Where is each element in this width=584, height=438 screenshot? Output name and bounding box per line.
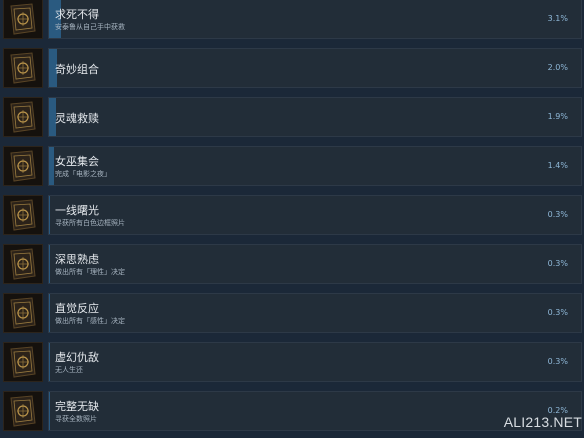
achievement-row[interactable]: 一线曙光寻获所有白色边框照片 0.3% [0,192,584,242]
achievement-title: 直觉反应 [55,302,99,315]
progress-fill [49,392,50,430]
achievement-row[interactable]: 灵魂救赎 1.9% [0,94,584,144]
achievement-title: 虚幻仇敌 [55,351,99,364]
achievement-description: 完成「电影之夜」 [55,170,111,178]
achievement-progress-bar: 一线曙光寻获所有白色边框照片 0.3% [48,195,582,235]
progress-fill [49,294,50,332]
achievement-description: 安泰鲁从自己手中获救 [55,23,125,31]
achievement-description: 寻获全数照片 [55,415,97,423]
achievement-percent: 1.4% [547,161,568,170]
book-ornament-icon [3,391,43,431]
achievement-percent: 0.3% [547,308,568,317]
achievement-percent: 1.9% [547,112,568,121]
achievement-progress-bar: 完整无缺 寻获全数照片 0.2% [48,391,582,431]
achievement-title: 女巫集会 [55,155,99,168]
achievement-description: 寻获所有白色边框照片 [55,219,125,227]
achievement-progress-bar: 女巫集会完成「电影之夜」 1.4% [48,146,582,186]
achievement-percent: 3.1% [547,14,568,23]
achievement-title: 完整无缺 [55,400,99,413]
progress-fill [49,147,54,185]
achievement-description: 无人生还 [55,366,83,374]
achievement-description: 做出所有「理性」决定 [55,268,125,276]
watermark-text: ALI213.NET [503,414,582,430]
achievement-row[interactable]: 虚幻仇敌无人生还 0.3% [0,339,584,389]
book-ornament-icon [3,293,43,333]
achievement-progress-bar: 直觉反应做出所有「感性」决定 0.3% [48,293,582,333]
achievement-title: 灵魂救赎 [55,112,99,125]
achievement-title: 一线曙光 [55,204,99,217]
book-ornament-icon [3,342,43,382]
book-ornament-icon [3,146,43,186]
progress-fill [49,343,50,381]
achievement-title: 求死不得 [55,8,99,21]
achievement-percent: 0.3% [547,259,568,268]
achievement-title: 深思熟虑 [55,253,99,266]
achievement-list: 求死不得安泰鲁从自己手中获救 3.1% 奇妙组合 2.0% 灵魂救赎 1.9% 女巫集会完成… [0,0,584,437]
progress-fill [49,245,50,283]
achievement-percent: 2.0% [547,63,568,72]
achievement-progress-bar: 虚幻仇敌无人生还 0.3% [48,342,582,382]
achievement-progress-bar: 灵魂救赎 1.9% [48,97,582,137]
achievement-row[interactable]: 直觉反应做出所有「感性」决定 0.3% [0,290,584,340]
book-ornament-icon [3,97,43,137]
book-ornament-icon [3,0,43,39]
book-ornament-icon [3,244,43,284]
achievement-row[interactable]: 深思熟虑做出所有「理性」决定 0.3% [0,241,584,291]
achievement-description: 做出所有「感性」决定 [55,317,125,325]
achievement-title: 奇妙组合 [55,63,99,76]
book-ornament-icon [3,48,43,88]
achievement-progress-bar: 求死不得安泰鲁从自己手中获救 3.1% [48,0,582,39]
achievement-row[interactable]: 完整无缺 寻获全数照片 0.2% [0,388,584,438]
achievement-row[interactable]: 奇妙组合 2.0% [0,45,584,95]
achievement-row[interactable]: 求死不得安泰鲁从自己手中获救 3.1% [0,0,584,46]
achievement-progress-bar: 深思熟虑做出所有「理性」决定 0.3% [48,244,582,284]
achievement-row[interactable]: 女巫集会完成「电影之夜」 1.4% [0,143,584,193]
achievement-percent: 0.3% [547,357,568,366]
achievement-percent: 0.3% [547,210,568,219]
achievement-progress-bar: 奇妙组合 2.0% [48,48,582,88]
progress-fill [49,196,50,234]
book-ornament-icon [3,195,43,235]
